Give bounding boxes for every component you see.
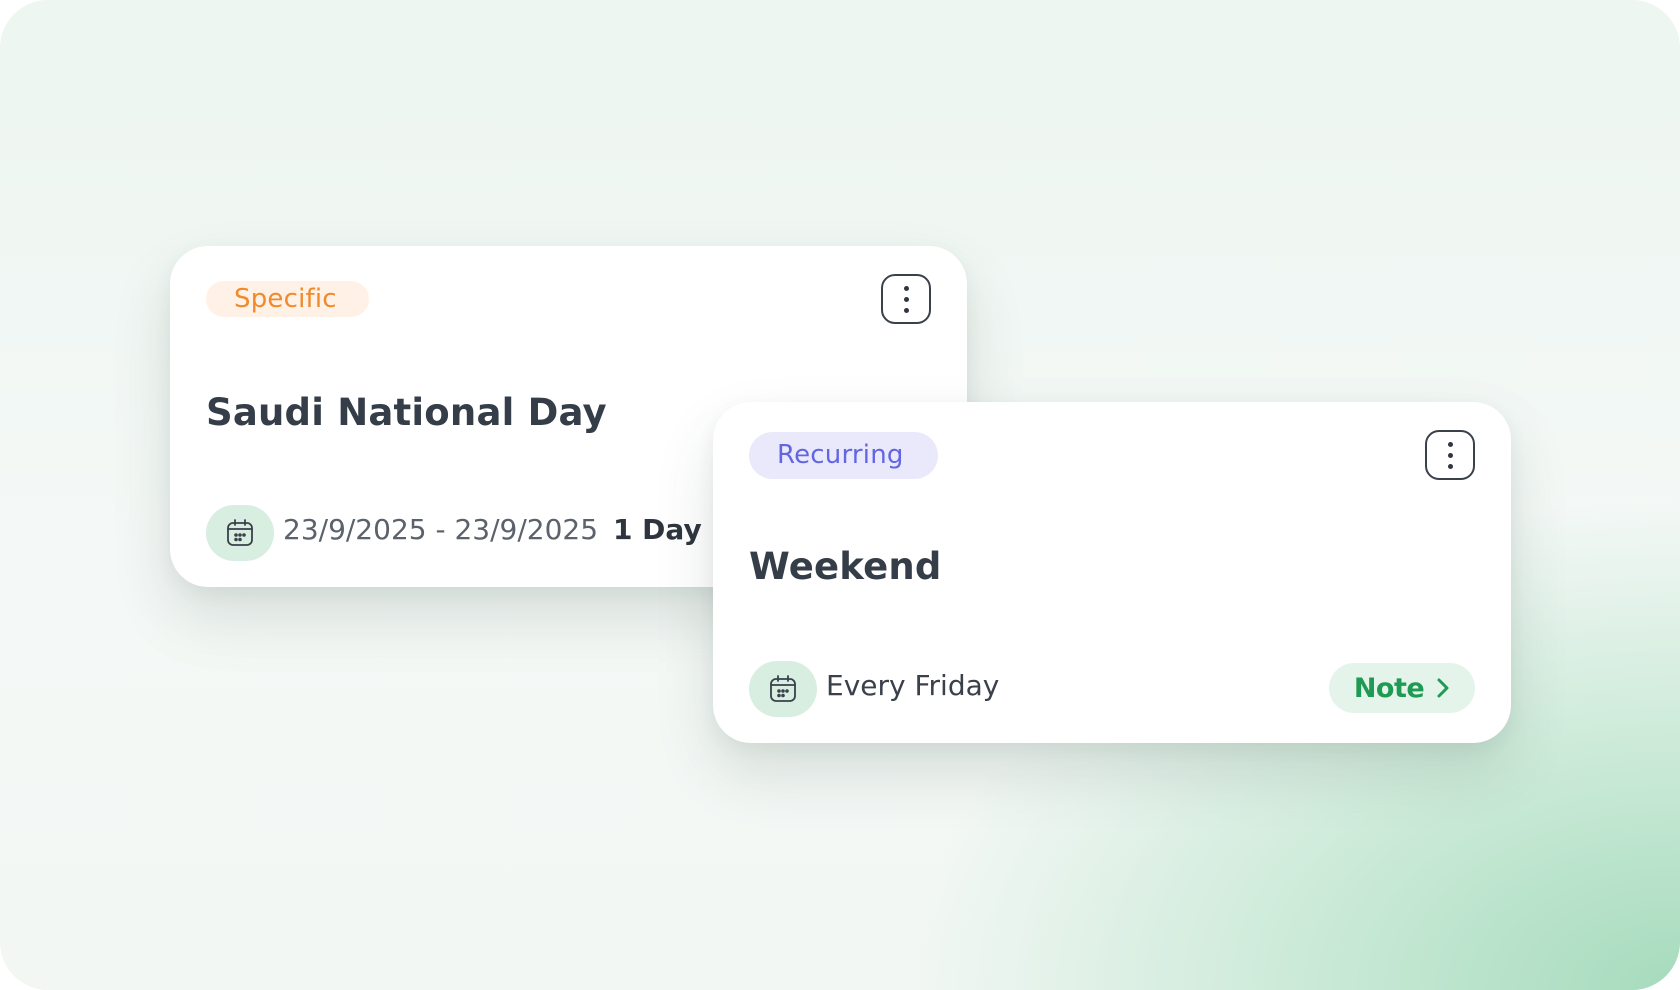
chevron-right-icon xyxy=(1437,678,1449,698)
more-vertical-icon xyxy=(903,285,909,291)
holiday-type-tag: Specific xyxy=(206,281,369,317)
more-vertical-icon-dot xyxy=(903,296,909,302)
holiday-title: Saudi National Day xyxy=(206,391,607,434)
more-options-button[interactable] xyxy=(881,274,931,324)
more-vertical-icon xyxy=(1447,441,1453,447)
holiday-title: Weekend xyxy=(749,545,942,588)
holiday-card-recurring[interactable]: Recurring Weekend Every Friday Note xyxy=(713,402,1511,743)
note-button[interactable]: Note xyxy=(1329,663,1475,713)
more-vertical-icon-dot xyxy=(903,307,909,313)
more-vertical-icon-dot xyxy=(1447,452,1453,458)
holiday-date-info: 23/9/2025 - 23/9/2025 1 Day xyxy=(283,513,702,546)
more-vertical-icon-dot xyxy=(1447,463,1453,469)
background-canvas: Specific Saudi National Day 23/9/2025 - … xyxy=(0,0,1680,990)
calendar-icon xyxy=(206,505,274,561)
note-label: Note xyxy=(1353,672,1425,704)
calendar-icon xyxy=(749,661,817,717)
holiday-type-tag: Recurring xyxy=(749,432,938,479)
more-options-button[interactable] xyxy=(1425,430,1475,480)
date-range: 23/9/2025 - 23/9/2025 xyxy=(283,513,599,546)
duration: 1 Day xyxy=(612,513,702,546)
holiday-schedule: Every Friday xyxy=(826,669,1000,702)
